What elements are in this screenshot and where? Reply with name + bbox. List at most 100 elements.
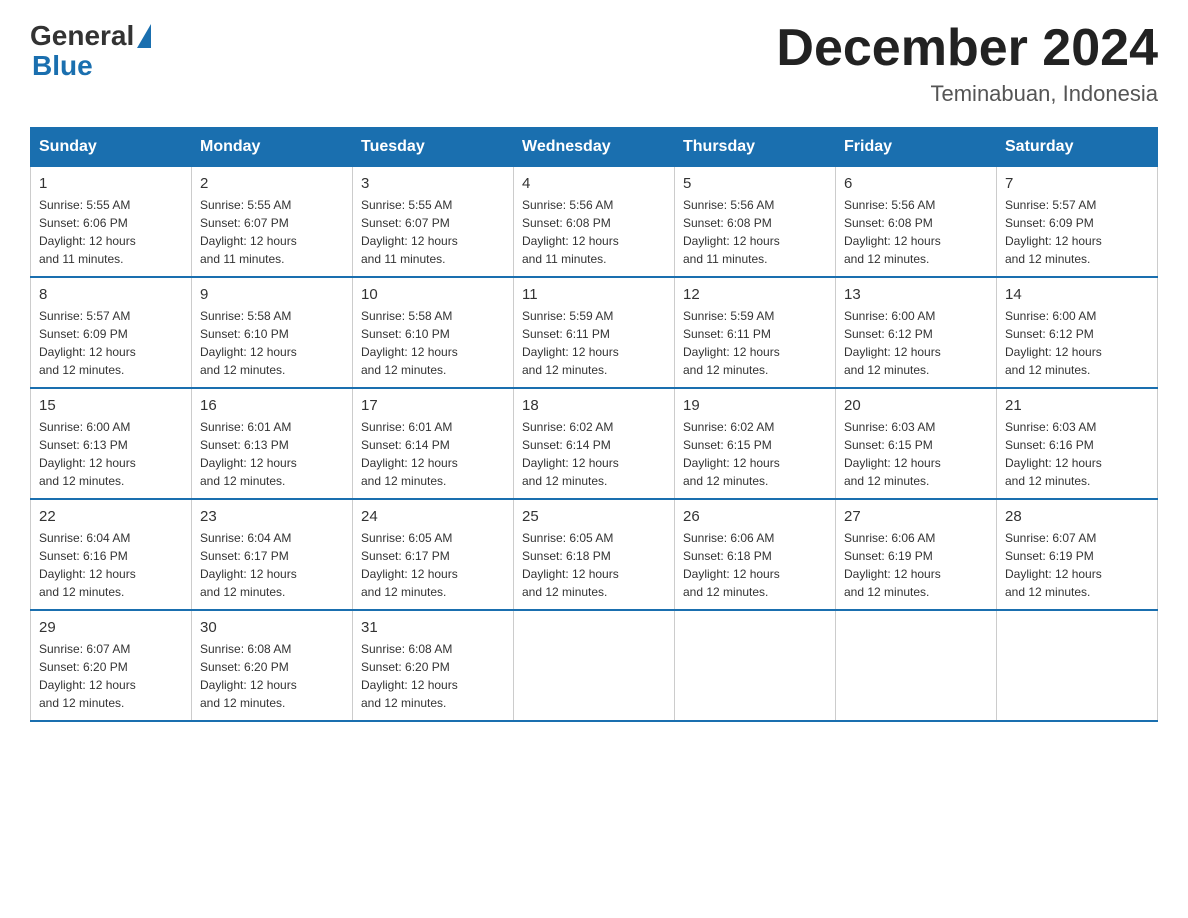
- table-row: 6 Sunrise: 5:56 AM Sunset: 6:08 PM Daylig…: [836, 167, 997, 278]
- day-info: Sunrise: 5:57 AM Sunset: 6:09 PM Dayligh…: [39, 307, 183, 379]
- day-info: Sunrise: 6:03 AM Sunset: 6:16 PM Dayligh…: [1005, 418, 1149, 490]
- day-number: 10: [361, 286, 505, 303]
- day-number: 6: [844, 175, 988, 192]
- day-number: 7: [1005, 175, 1149, 192]
- day-info: Sunrise: 6:06 AM Sunset: 6:19 PM Dayligh…: [844, 529, 988, 601]
- table-row: 8 Sunrise: 5:57 AM Sunset: 6:09 PM Daylig…: [31, 277, 192, 388]
- day-number: 21: [1005, 397, 1149, 414]
- table-row: [997, 610, 1158, 721]
- calendar-week-row: 1 Sunrise: 5:55 AM Sunset: 6:06 PM Daylig…: [31, 167, 1158, 278]
- table-row: 18Sunrise: 6:02 AM Sunset: 6:14 PM Dayli…: [514, 388, 675, 499]
- day-info: Sunrise: 6:08 AM Sunset: 6:20 PM Dayligh…: [361, 640, 505, 712]
- table-row: 5 Sunrise: 5:56 AM Sunset: 6:08 PM Daylig…: [675, 167, 836, 278]
- day-number: 13: [844, 286, 988, 303]
- table-row: [675, 610, 836, 721]
- day-info: Sunrise: 6:00 AM Sunset: 6:13 PM Dayligh…: [39, 418, 183, 490]
- table-row: 4Sunrise: 5:56 AM Sunset: 6:08 PM Daylig…: [514, 167, 675, 278]
- logo-general-row: General: [30, 20, 151, 52]
- day-info: Sunrise: 6:00 AM Sunset: 6:12 PM Dayligh…: [844, 307, 988, 379]
- logo-general-text: General: [30, 20, 134, 52]
- table-row: 20Sunrise: 6:03 AM Sunset: 6:15 PM Dayli…: [836, 388, 997, 499]
- day-info: Sunrise: 6:07 AM Sunset: 6:20 PM Dayligh…: [39, 640, 183, 712]
- table-row: 22 Sunrise: 6:04 AM Sunset: 6:16 PM Dayli…: [31, 499, 192, 610]
- day-number: 29: [39, 619, 183, 636]
- table-row: 14Sunrise: 6:00 AM Sunset: 6:12 PM Dayli…: [997, 277, 1158, 388]
- day-info: Sunrise: 6:05 AM Sunset: 6:18 PM Dayligh…: [522, 529, 666, 601]
- day-number: 3: [361, 175, 505, 192]
- day-number: 19: [683, 397, 827, 414]
- day-number: 15: [39, 397, 183, 414]
- day-info: Sunrise: 5:56 AM Sunset: 6:08 PM Dayligh…: [844, 196, 988, 268]
- day-info: Sunrise: 5:58 AM Sunset: 6:10 PM Dayligh…: [361, 307, 505, 379]
- day-info: Sunrise: 5:55 AM Sunset: 6:06 PM Dayligh…: [39, 196, 183, 268]
- day-info: Sunrise: 6:02 AM Sunset: 6:15 PM Dayligh…: [683, 418, 827, 490]
- table-row: 25 Sunrise: 6:05 AM Sunset: 6:18 PM Dayli…: [514, 499, 675, 610]
- table-row: 30Sunrise: 6:08 AM Sunset: 6:20 PM Dayli…: [192, 610, 353, 721]
- calendar-table: Sunday Monday Tuesday Wednesday Thursday…: [30, 127, 1158, 722]
- day-info: Sunrise: 6:05 AM Sunset: 6:17 PM Dayligh…: [361, 529, 505, 601]
- day-info: Sunrise: 6:04 AM Sunset: 6:17 PM Dayligh…: [200, 529, 344, 601]
- day-info: Sunrise: 5:59 AM Sunset: 6:11 PM Dayligh…: [522, 307, 666, 379]
- day-number: 1: [39, 175, 183, 192]
- day-info: Sunrise: 5:57 AM Sunset: 6:09 PM Dayligh…: [1005, 196, 1149, 268]
- header-sunday: Sunday: [31, 128, 192, 167]
- header-tuesday: Tuesday: [353, 128, 514, 167]
- day-info: Sunrise: 6:01 AM Sunset: 6:13 PM Dayligh…: [200, 418, 344, 490]
- logo: General Blue: [30, 20, 151, 82]
- day-number: 5: [683, 175, 827, 192]
- table-row: 9 Sunrise: 5:58 AM Sunset: 6:10 PM Daylig…: [192, 277, 353, 388]
- day-number: 14: [1005, 286, 1149, 303]
- day-number: 23: [200, 508, 344, 525]
- table-row: [514, 610, 675, 721]
- location: Teminabuan, Indonesia: [776, 81, 1158, 107]
- logo-triangle-icon: [137, 24, 151, 48]
- header-thursday: Thursday: [675, 128, 836, 167]
- month-title: December 2024: [776, 20, 1158, 77]
- day-number: 11: [522, 286, 666, 303]
- day-number: 30: [200, 619, 344, 636]
- day-number: 24: [361, 508, 505, 525]
- table-row: 1 Sunrise: 5:55 AM Sunset: 6:06 PM Daylig…: [31, 167, 192, 278]
- calendar-week-row: 8 Sunrise: 5:57 AM Sunset: 6:09 PM Daylig…: [31, 277, 1158, 388]
- day-info: Sunrise: 5:58 AM Sunset: 6:10 PM Dayligh…: [200, 307, 344, 379]
- table-row: 10 Sunrise: 5:58 AM Sunset: 6:10 PM Dayli…: [353, 277, 514, 388]
- day-number: 22: [39, 508, 183, 525]
- table-row: 27 Sunrise: 6:06 AM Sunset: 6:19 PM Dayli…: [836, 499, 997, 610]
- day-info: Sunrise: 5:55 AM Sunset: 6:07 PM Dayligh…: [361, 196, 505, 268]
- table-row: 11 Sunrise: 5:59 AM Sunset: 6:11 PM Dayli…: [514, 277, 675, 388]
- table-row: 7 Sunrise: 5:57 AM Sunset: 6:09 PM Daylig…: [997, 167, 1158, 278]
- day-info: Sunrise: 6:06 AM Sunset: 6:18 PM Dayligh…: [683, 529, 827, 601]
- day-info: Sunrise: 6:07 AM Sunset: 6:19 PM Dayligh…: [1005, 529, 1149, 601]
- table-row: 16Sunrise: 6:01 AM Sunset: 6:13 PM Dayli…: [192, 388, 353, 499]
- table-row: 29 Sunrise: 6:07 AM Sunset: 6:20 PM Dayli…: [31, 610, 192, 721]
- day-number: 18: [522, 397, 666, 414]
- day-number: 12: [683, 286, 827, 303]
- day-info: Sunrise: 6:04 AM Sunset: 6:16 PM Dayligh…: [39, 529, 183, 601]
- day-number: 4: [522, 175, 666, 192]
- calendar-week-row: 29 Sunrise: 6:07 AM Sunset: 6:20 PM Dayli…: [31, 610, 1158, 721]
- header-monday: Monday: [192, 128, 353, 167]
- day-number: 27: [844, 508, 988, 525]
- day-info: Sunrise: 5:59 AM Sunset: 6:11 PM Dayligh…: [683, 307, 827, 379]
- table-row: 17Sunrise: 6:01 AM Sunset: 6:14 PM Dayli…: [353, 388, 514, 499]
- calendar-header-row: Sunday Monday Tuesday Wednesday Thursday…: [31, 128, 1158, 167]
- table-row: 19 Sunrise: 6:02 AM Sunset: 6:15 PM Dayli…: [675, 388, 836, 499]
- page-header: General Blue December 2024 Teminabuan, I…: [30, 20, 1158, 107]
- day-number: 9: [200, 286, 344, 303]
- table-row: 3 Sunrise: 5:55 AM Sunset: 6:07 PM Daylig…: [353, 167, 514, 278]
- table-row: 12 Sunrise: 5:59 AM Sunset: 6:11 PM Dayli…: [675, 277, 836, 388]
- day-info: Sunrise: 6:03 AM Sunset: 6:15 PM Dayligh…: [844, 418, 988, 490]
- table-row: 23 Sunrise: 6:04 AM Sunset: 6:17 PM Dayli…: [192, 499, 353, 610]
- day-number: 17: [361, 397, 505, 414]
- header-friday: Friday: [836, 128, 997, 167]
- table-row: 21 Sunrise: 6:03 AM Sunset: 6:16 PM Dayli…: [997, 388, 1158, 499]
- day-number: 25: [522, 508, 666, 525]
- day-number: 31: [361, 619, 505, 636]
- day-info: Sunrise: 5:56 AM Sunset: 6:08 PM Dayligh…: [683, 196, 827, 268]
- day-number: 8: [39, 286, 183, 303]
- logo-blue-text: Blue: [30, 50, 93, 82]
- table-row: [836, 610, 997, 721]
- table-row: 15 Sunrise: 6:00 AM Sunset: 6:13 PM Dayli…: [31, 388, 192, 499]
- header-wednesday: Wednesday: [514, 128, 675, 167]
- day-info: Sunrise: 5:55 AM Sunset: 6:07 PM Dayligh…: [200, 196, 344, 268]
